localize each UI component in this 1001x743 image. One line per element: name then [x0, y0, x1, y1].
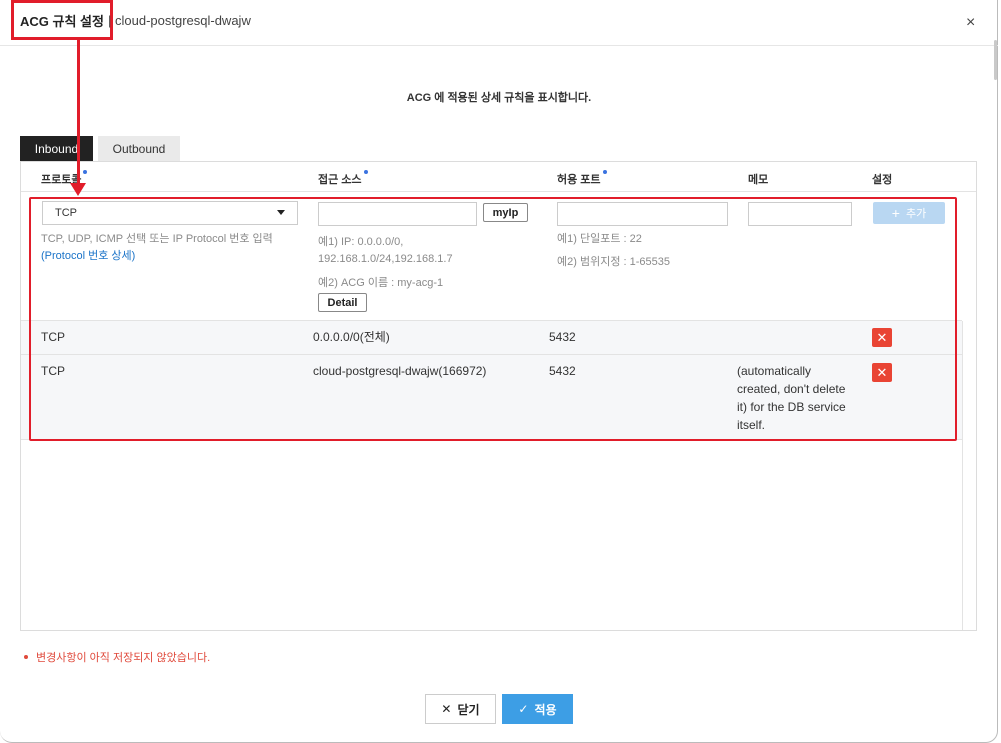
unsaved-warning: 변경사항이 아직 저장되지 않았습니다.	[24, 649, 210, 665]
row-protocol: TCP	[41, 364, 65, 378]
col-memo: 메모	[748, 174, 769, 186]
rule-table: 프로토콜 접근 소스 허용 포트 메모 설정 TCP TCP, UDP, ICM…	[20, 161, 977, 631]
protocol-select-value: TCP	[55, 207, 77, 219]
plus-icon: +	[891, 205, 900, 221]
modal-subtitle: | cloud-postgresql-dwajw	[108, 13, 251, 28]
col-port-label: 허용 포트	[557, 174, 601, 186]
table-row: TCP 0.0.0.0/0(전체) 5432 ✕	[21, 320, 962, 354]
tab-outbound[interactable]: Outbound	[98, 136, 180, 161]
protocol-select[interactable]: TCP	[42, 201, 298, 225]
source-hint: 예1) IP: 0.0.0.0/0, 192.168.1.0/24,192.16…	[318, 234, 548, 268]
row-port: 5432	[549, 330, 576, 344]
warning-bullet	[24, 655, 28, 660]
tab-inbound[interactable]: Inbound	[20, 136, 93, 161]
annotation-arrow-line	[77, 40, 80, 186]
memo-line: created, don't delete	[737, 382, 846, 396]
add-rule-button[interactable]: + 추가	[873, 202, 945, 224]
source-hint-line-2: 192.168.1.0/24,192.168.1.7	[318, 253, 453, 265]
delete-rule-button[interactable]: ✕	[872, 328, 892, 347]
row-port: 5432	[549, 364, 576, 378]
acg-rule-modal: ACG 규칙 설정 | cloud-postgresql-dwajw × ACG…	[0, 0, 998, 743]
modal-scrollbar[interactable]	[994, 40, 997, 80]
table-header: 프로토콜 접근 소스 허용 포트 메모 설정	[21, 162, 976, 192]
annotation-arrow-head	[70, 183, 86, 196]
description-text: ACG 에 적용된 상세 규칙을 표시합니다.	[406, 92, 592, 104]
row-source: cloud-postgresql-dwajw(166972)	[313, 364, 487, 378]
col-port: 허용 포트	[557, 170, 607, 187]
myip-button[interactable]: myIp	[483, 203, 528, 222]
memo-input[interactable]	[748, 202, 852, 226]
col-settings: 설정	[872, 174, 893, 186]
row-source: 0.0.0.0/0(전체)	[313, 330, 390, 344]
table-row: TCP cloud-postgresql-dwajw(166972) 5432 …	[21, 354, 962, 440]
direction-tabs: Inbound Outbound	[20, 136, 180, 161]
delete-rule-button[interactable]: ✕	[872, 363, 892, 382]
title-highlight-box: ACG 규칙 설정	[11, 0, 113, 40]
port-input[interactable]	[557, 202, 728, 226]
col-source: 접근 소스	[318, 170, 368, 187]
memo-line: it) for the DB service	[737, 400, 846, 414]
close-button-label: 닫기	[457, 702, 480, 717]
apply-button-label: 적용	[534, 702, 557, 717]
close-icon: ✕	[441, 702, 452, 716]
row-memo: (automatically created, don't delete it)…	[737, 362, 862, 434]
check-icon: ✓	[518, 702, 529, 716]
row-protocol: TCP	[41, 330, 65, 344]
caret-down-icon	[277, 210, 285, 215]
modal-title: ACG 규칙 설정	[20, 13, 104, 29]
required-dot	[363, 170, 368, 174]
table-scrollbar-track[interactable]	[962, 321, 963, 630]
col-source-label: 접근 소스	[318, 174, 362, 186]
detail-button[interactable]: Detail	[318, 293, 367, 312]
memo-line: (automatically	[737, 364, 812, 378]
apply-button[interactable]: ✓ 적용	[502, 694, 573, 724]
protocol-hint-text: TCP, UDP, ICMP 선택 또는 IP Protocol 번호 입력	[41, 233, 273, 245]
required-dot	[602, 170, 607, 174]
port-hint-2: 예2) 범위지정 : 1-65535	[557, 256, 670, 268]
close-icon[interactable]: ×	[966, 14, 975, 32]
modal-header: ACG 규칙 설정 | cloud-postgresql-dwajw ×	[0, 0, 998, 46]
close-button[interactable]: ✕ 닫기	[425, 694, 496, 724]
port-hint-1: 예1) 단일포트 : 22	[557, 233, 642, 245]
source-input[interactable]	[318, 202, 477, 226]
warning-text: 변경사항이 아직 저장되지 않았습니다.	[36, 652, 211, 664]
protocol-hint: TCP, UDP, ICMP 선택 또는 IP Protocol 번호 입력 (…	[41, 231, 311, 265]
required-dot	[83, 170, 88, 174]
memo-line: itself.	[737, 418, 766, 432]
add-rule-label: 추가	[905, 208, 927, 220]
source-hint-acg: 예2) ACG 이름 : my-acg-1	[318, 277, 444, 289]
source-hint-line-1: 예1) IP: 0.0.0.0/0,	[318, 236, 404, 248]
protocol-number-link[interactable]: (Protocol 번호 상세)	[41, 250, 135, 262]
